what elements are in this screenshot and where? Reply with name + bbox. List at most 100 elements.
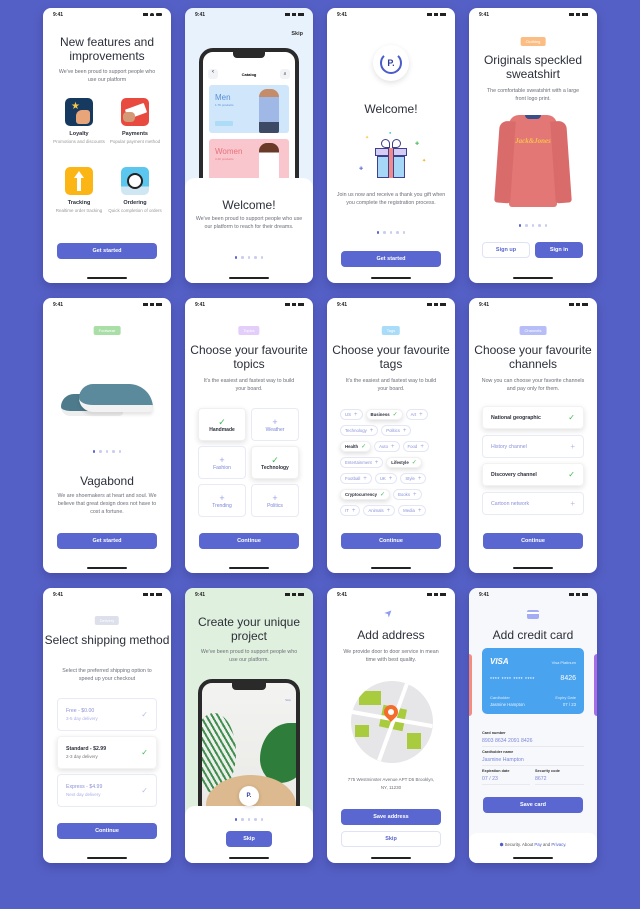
continue-button[interactable]: Continue bbox=[57, 823, 157, 839]
tag-label: Auto bbox=[379, 444, 389, 449]
tag-chip[interactable]: UK + bbox=[374, 473, 398, 484]
tag-chip[interactable]: Media + bbox=[398, 505, 427, 516]
tag-chip[interactable]: Football + bbox=[340, 473, 372, 484]
page-subtitle: The comfortable sweatshirt with a large … bbox=[486, 88, 580, 102]
tag-chip[interactable]: US + bbox=[340, 409, 363, 420]
tag-chip[interactable]: Technology + bbox=[340, 425, 379, 436]
plus-icon: + bbox=[391, 443, 395, 450]
feature-desc: Realtime order tracking bbox=[55, 208, 103, 213]
expiration-date-input[interactable]: 07 / 23 bbox=[482, 776, 498, 782]
pagination-dots[interactable] bbox=[185, 818, 313, 821]
pagination-dots[interactable] bbox=[43, 450, 171, 453]
shipping-standard[interactable]: Standard - $2.99 2-3 day delivery ✓ bbox=[57, 736, 157, 769]
tag-chip[interactable]: Food + bbox=[402, 441, 429, 452]
tag-label: Politics bbox=[386, 428, 400, 433]
topic-technology[interactable]: ✓ Technology bbox=[251, 446, 299, 479]
tag-chip[interactable]: Business ✓ bbox=[365, 409, 403, 420]
cardholder-name-input[interactable]: Jasmine Hampton bbox=[482, 757, 524, 763]
category-badge: Footwear bbox=[93, 326, 121, 335]
plus-icon: + bbox=[363, 475, 367, 482]
channel-label: Cartoon network bbox=[491, 500, 530, 507]
topic-handmade[interactable]: ✓ Handmade bbox=[198, 408, 246, 441]
option-desc: 3-5 day delivery bbox=[66, 716, 98, 721]
plus-icon: + bbox=[351, 507, 356, 514]
privacy-link[interactable]: Privacy. bbox=[551, 842, 566, 847]
credit-card-preview[interactable]: VISA Visa Platinum **** **** **** **** 8… bbox=[482, 648, 584, 714]
skip-button[interactable]: Skip bbox=[226, 831, 272, 847]
plus-icon: + bbox=[272, 416, 278, 427]
get-started-button[interactable]: Get started bbox=[57, 533, 157, 549]
page-subtitle: We've been proud to support people who u… bbox=[195, 216, 303, 230]
page-title: Welcome! bbox=[222, 198, 276, 212]
channel-national-geographic[interactable]: National geographic ✓ bbox=[482, 406, 584, 429]
channel-label: National geographic bbox=[491, 414, 541, 421]
star-hand-icon: ★ bbox=[65, 98, 93, 126]
plus-icon: + bbox=[219, 492, 225, 503]
feature-tracking: Tracking Realtime order tracking bbox=[51, 167, 107, 215]
skip-link[interactable]: Skip bbox=[291, 31, 303, 37]
channel-history[interactable]: History channel + bbox=[482, 435, 584, 458]
tag-chip[interactable]: Lifestyle ✓ bbox=[386, 457, 422, 468]
page-title: Vagabond bbox=[80, 474, 134, 488]
tag-chip[interactable]: Cryptocurrency ✓ bbox=[340, 489, 391, 500]
plus-icon: + bbox=[272, 492, 278, 503]
get-started-button[interactable]: Get started bbox=[57, 243, 157, 259]
category-men[interactable]: Men 1.7K products bbox=[209, 85, 289, 133]
pagination-dots[interactable] bbox=[469, 224, 597, 227]
tag-chip[interactable]: Books + bbox=[393, 489, 422, 500]
page-title: Choose your favourite tags bbox=[332, 343, 450, 371]
tag-label: Health bbox=[345, 444, 359, 449]
tag-chip[interactable]: Animals + bbox=[363, 505, 396, 516]
option-desc: 2-3 day delivery bbox=[66, 754, 98, 759]
continue-button[interactable]: Continue bbox=[199, 533, 299, 549]
tag-chip[interactable]: IT + bbox=[340, 505, 361, 516]
search-icon[interactable]: ⌕ bbox=[280, 69, 290, 79]
home-indicator bbox=[87, 857, 127, 859]
feature-label: Ordering bbox=[123, 200, 147, 206]
tag-chip[interactable]: Politics + bbox=[381, 425, 412, 436]
tag-chip[interactable]: Art + bbox=[405, 409, 428, 420]
continue-button[interactable]: Continue bbox=[483, 533, 583, 549]
page-subtitle: Select the preferred shipping option to … bbox=[62, 668, 152, 682]
shipping-express[interactable]: Express - $4.99 Next day delivery ✓ bbox=[57, 774, 157, 807]
status-time: 9:41 bbox=[195, 302, 206, 308]
topic-fashion[interactable]: + Fashion bbox=[198, 446, 246, 479]
check-icon: ✓ bbox=[271, 454, 279, 465]
plus-icon: + bbox=[570, 499, 575, 508]
sign-in-button[interactable]: Sign in bbox=[535, 242, 583, 258]
screen-create-project: 9:41 Create your unique project We've be… bbox=[185, 588, 313, 863]
tag-chip[interactable]: Style + bbox=[400, 473, 427, 484]
arrow-up-icon bbox=[65, 167, 93, 195]
tag-chip[interactable]: Auto + bbox=[374, 441, 400, 452]
screen-new-features: 9:41 New features and improvements We've… bbox=[43, 8, 171, 283]
pagination-dots[interactable] bbox=[327, 231, 455, 234]
next-card-peek[interactable] bbox=[594, 654, 597, 716]
save-address-button[interactable]: Save address bbox=[341, 809, 441, 825]
continue-button[interactable]: Continue bbox=[341, 533, 441, 549]
expiry-value: 07 / 23 bbox=[562, 702, 576, 707]
tag-chip[interactable]: Health ✓ bbox=[340, 441, 372, 452]
prev-card-peek[interactable] bbox=[469, 654, 472, 716]
pagination-dots[interactable] bbox=[185, 256, 313, 259]
shipping-free[interactable]: Free - $0.00 3-5 day delivery ✓ bbox=[57, 698, 157, 731]
plus-icon: + bbox=[353, 411, 358, 418]
card-number-label: Card number bbox=[482, 731, 506, 735]
tag-chip[interactable]: Entertainment + bbox=[340, 457, 384, 468]
home-indicator bbox=[229, 567, 269, 569]
channel-cartoon-network[interactable]: Cartoon network + bbox=[482, 492, 584, 515]
get-started-button[interactable]: Get started bbox=[341, 251, 441, 267]
topic-politics[interactable]: + Politics bbox=[251, 484, 299, 517]
security-code-input[interactable]: 8672 bbox=[535, 776, 547, 782]
topic-weather[interactable]: + Weather bbox=[251, 408, 299, 441]
card-number-input[interactable]: 8903 8634 2091 8426 bbox=[482, 738, 533, 744]
sign-up-button[interactable]: Sign up bbox=[482, 242, 530, 258]
pay-link[interactable]: Pay bbox=[534, 842, 541, 847]
channel-discovery[interactable]: Discovery channel ✓ bbox=[482, 463, 584, 486]
tag-label: Art bbox=[410, 412, 417, 417]
save-card-button[interactable]: Save card bbox=[483, 797, 583, 813]
alarm-clock-icon bbox=[121, 167, 149, 195]
check-icon: ✓ bbox=[568, 413, 575, 422]
check-icon: ✓ bbox=[218, 416, 226, 427]
skip-button[interactable]: Skip bbox=[341, 831, 441, 847]
topic-trending[interactable]: + Trending bbox=[198, 484, 246, 517]
